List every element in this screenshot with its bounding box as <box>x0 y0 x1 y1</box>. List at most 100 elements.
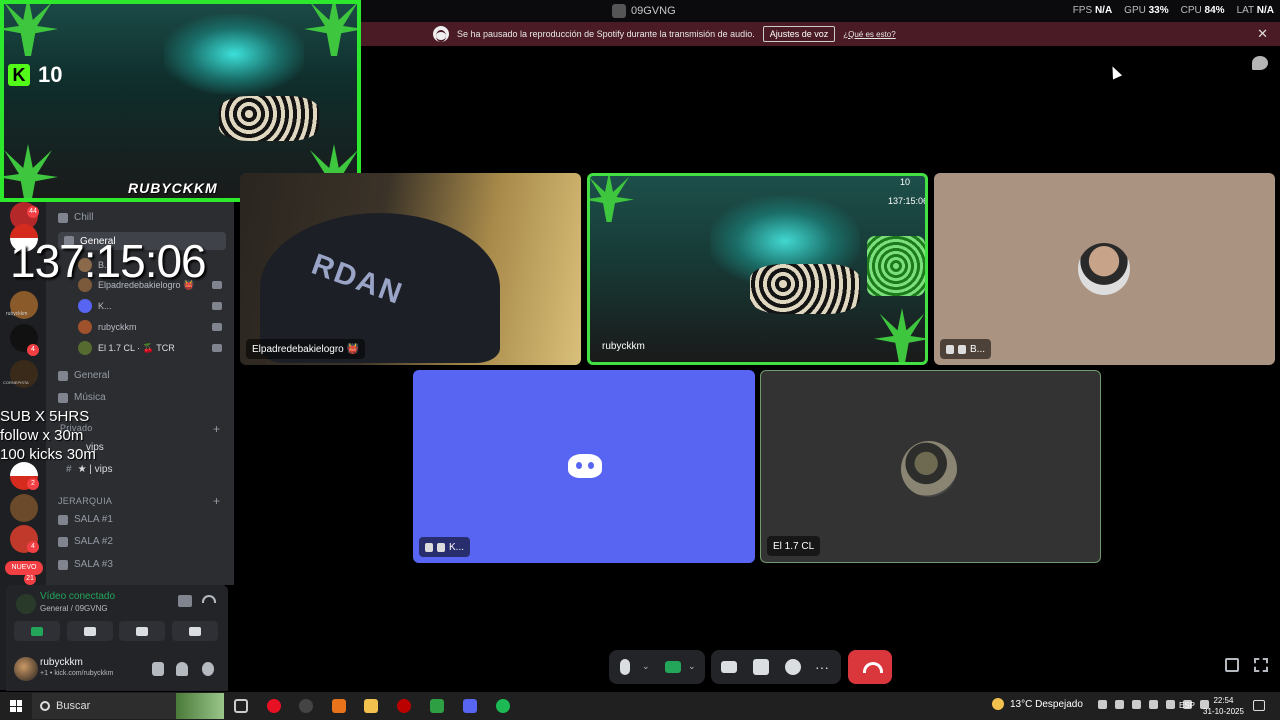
discord-logo-icon <box>568 454 602 478</box>
server-icon[interactable] <box>10 494 38 522</box>
app-icon[interactable] <box>332 699 346 713</box>
opera-icon[interactable] <box>267 699 281 713</box>
stream-preview <box>0 0 361 202</box>
language-indicator[interactable]: ESP <box>1179 701 1195 710</box>
channel-musica[interactable]: Música <box>58 392 106 403</box>
category-hierarchy[interactable]: JERARQUIA <box>58 496 112 506</box>
noise-suppression-icon[interactable] <box>178 595 192 607</box>
channel-general[interactable]: General <box>58 370 110 381</box>
search-icon <box>40 701 50 711</box>
server-label: rubyckkm <box>6 311 28 317</box>
perf-overlay: FPS N/A GPU 33% CPU 84% LAT N/A <box>1073 5 1274 16</box>
app-icon[interactable] <box>397 699 411 713</box>
video-tile[interactable]: El 1.7 CL <box>760 370 1101 563</box>
taskbar-search[interactable]: Buscar <box>32 693 224 719</box>
what-is-this-link[interactable]: ¿Qué es esto? <box>843 30 895 39</box>
close-icon[interactable]: ✕ <box>1257 26 1268 42</box>
server-icon <box>612 4 626 18</box>
channel-sala-1[interactable]: SALA #1 <box>58 514 113 525</box>
clock-date: 31-10-2025 <box>1203 707 1244 716</box>
window-title: 09GVNG <box>612 4 676 18</box>
settings-gear-icon[interactable] <box>202 662 214 676</box>
camera-button[interactable] <box>14 621 60 641</box>
screen-share-button[interactable] <box>67 621 113 641</box>
add-channel-icon[interactable]: + <box>213 494 220 508</box>
new-badge[interactable]: NUEVO <box>5 561 43 575</box>
chat-icon[interactable] <box>1252 56 1268 70</box>
user-name[interactable]: rubyckkm <box>40 657 83 668</box>
task-view-icon[interactable] <box>234 699 248 713</box>
voice-icon <box>58 392 68 403</box>
chevron-down-icon[interactable]: ⌄ <box>688 661 696 672</box>
cloud-icon[interactable] <box>1149 700 1158 709</box>
notifications-icon[interactable] <box>1253 700 1265 711</box>
file-explorer-icon[interactable] <box>364 699 378 713</box>
channel-vips-star[interactable]: # ★ | vips <box>66 464 112 475</box>
network-icon[interactable] <box>1132 700 1141 709</box>
soundboard-button[interactable] <box>172 621 218 641</box>
voice-icon <box>58 212 68 223</box>
microphone-icon[interactable] <box>1115 700 1124 709</box>
chevron-up-icon[interactable] <box>1098 700 1107 709</box>
activities-icon <box>136 626 148 636</box>
channel-sala-3[interactable]: SALA #3 <box>58 559 113 570</box>
clock[interactable]: 22:54 31-10-2025 <box>1203 695 1244 717</box>
channel-chill[interactable]: Chill <box>58 212 93 223</box>
camera-icon <box>212 344 222 352</box>
chevron-down-icon[interactable]: ⌄ <box>642 661 650 672</box>
leaf-decoration-icon <box>304 4 357 56</box>
soundboard-icon[interactable] <box>785 659 801 675</box>
headphones-icon[interactable] <box>176 662 188 676</box>
user-avatar[interactable] <box>14 657 38 681</box>
popout-icon[interactable] <box>1225 658 1239 672</box>
camera-icon[interactable] <box>665 661 681 673</box>
voice-icon <box>58 536 68 547</box>
video-tile[interactable]: B... <box>934 173 1275 365</box>
screen-share-icon[interactable] <box>721 661 737 673</box>
activities-icon[interactable] <box>753 659 769 675</box>
signal-icon[interactable] <box>16 594 36 614</box>
add-channel-icon[interactable]: + <box>213 422 220 436</box>
participant-avatar <box>1078 243 1130 295</box>
store-icon[interactable] <box>430 699 444 713</box>
stream-goals: SUB X 5HRS follow x 30m 100 kicks 30m <box>0 407 96 464</box>
perf-gpu: GPU 33% <box>1124 5 1169 16</box>
goal-line: follow x 30m <box>0 427 84 444</box>
disconnect-icon[interactable] <box>202 595 216 603</box>
fullscreen-icon[interactable] <box>1254 658 1268 672</box>
voice-status-subtitle[interactable]: General / 09GVNG <box>40 604 108 613</box>
voice-settings-button[interactable]: Ajustes de voz <box>762 26 836 42</box>
mic-camera-group: ⌄ ⌄ <box>609 650 705 684</box>
perf-cpu: CPU 84% <box>1180 5 1225 16</box>
obs-icon[interactable] <box>299 699 313 713</box>
voice-member[interactable]: rubyckkm <box>78 320 222 334</box>
video-tile[interactable]: RDAN Elpadredebakielogro 👹 <box>240 173 581 365</box>
voice-member[interactable]: El 1.7 CL · 🍒 TCR <box>78 341 222 355</box>
activities-button[interactable] <box>119 621 165 641</box>
wifi-icon[interactable] <box>1166 700 1175 709</box>
microphone-icon[interactable] <box>620 659 630 675</box>
video-tile[interactable]: K... <box>413 370 755 563</box>
windows-start-icon[interactable] <box>10 700 22 712</box>
spotify-icon[interactable] <box>496 699 510 713</box>
jar-image <box>867 236 925 296</box>
voice-member[interactable]: K... <box>78 299 222 313</box>
voice-status-title[interactable]: Vídeo conectado <box>40 591 115 602</box>
discord-icon[interactable] <box>463 699 477 713</box>
video-tile[interactable]: 137:15:06 10 rubyckkm <box>587 173 928 365</box>
microphone-icon[interactable] <box>152 662 164 676</box>
spotify-notice: Se ha pausado la reproducción de Spotify… <box>360 22 1280 46</box>
muted-icon <box>425 542 433 552</box>
mention-badge: 4 <box>27 344 39 356</box>
search-placeholder: Buscar <box>56 700 91 712</box>
weather-widget[interactable]: 13°C Despejado <box>992 698 1083 710</box>
user-panel: rubyckkm +1 • kick.com/rubyckkm <box>6 649 228 691</box>
perf-lat: LAT N/A <box>1236 5 1274 16</box>
more-options-icon[interactable]: ··· <box>815 660 829 674</box>
soundboard-icon <box>189 626 201 636</box>
leaf-decoration-icon <box>590 176 634 222</box>
taskbar: Buscar 13°C Despejado ESP 22:54 31-10-20… <box>0 692 1280 720</box>
channel-sala-2[interactable]: SALA #2 <box>58 536 113 547</box>
window-title-text: 09GVNG <box>631 5 676 17</box>
hang-up-button[interactable] <box>848 650 892 684</box>
